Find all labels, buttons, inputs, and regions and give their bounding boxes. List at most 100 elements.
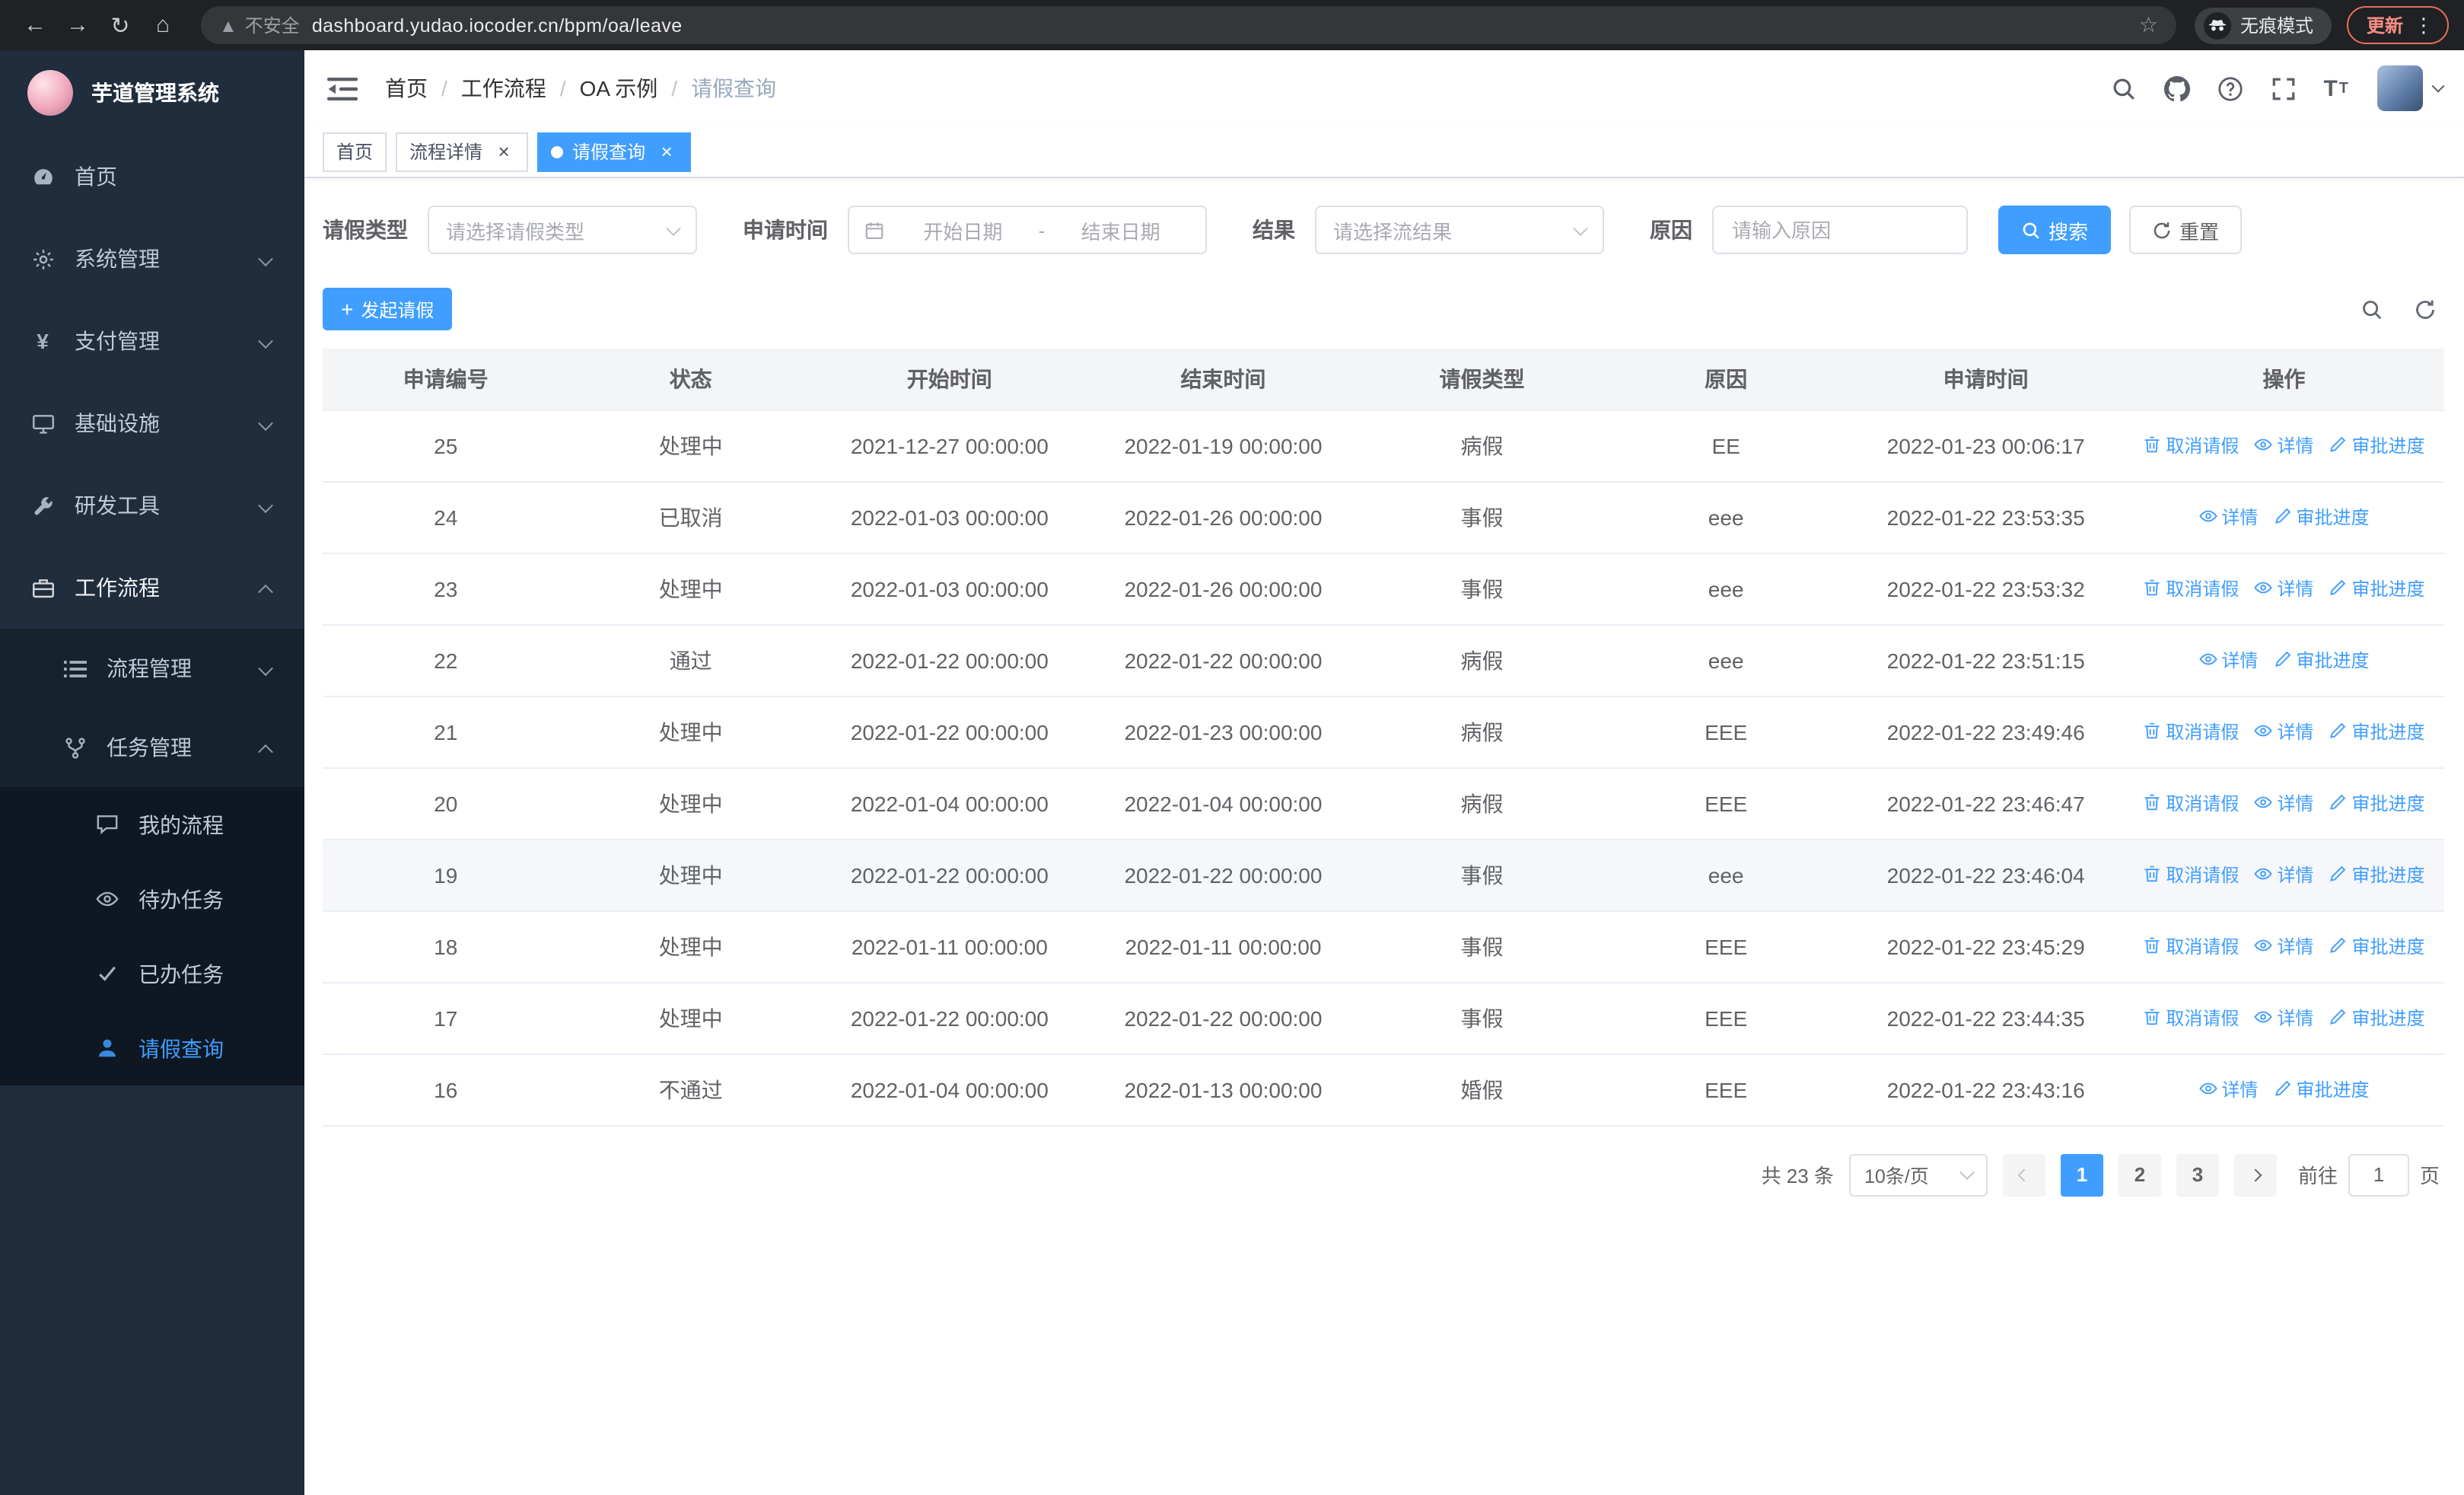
action-detail[interactable]: 详情 — [2254, 790, 2313, 816]
eye-icon — [2254, 794, 2273, 812]
action-progress[interactable]: 审批进度 — [2329, 933, 2424, 959]
table-row: 20 处理中 2022-01-04 00:00:00 2022-01-04 00:00… — [323, 767, 2444, 840]
tab-process-detail[interactable]: 流程详情 × — [396, 132, 529, 171]
search-button[interactable]: 搜索 — [1998, 206, 2112, 254]
chevron-down-icon — [258, 247, 273, 271]
sidebar-item-leave-query[interactable]: 请假查询 — [0, 1011, 304, 1085]
sidebar-item-workflow[interactable]: 工作流程 — [0, 547, 304, 629]
sidebar-toggle-icon[interactable] — [304, 75, 373, 101]
close-icon[interactable]: × — [656, 141, 677, 162]
toggle-search-icon[interactable] — [2361, 298, 2383, 320]
breadcrumb-item[interactable]: 首页 — [385, 73, 428, 104]
table-row: 21 处理中 2022-01-22 00:00:00 2022-01-23 00:00… — [323, 696, 2444, 768]
user-menu-caret-icon[interactable] — [2431, 79, 2445, 93]
security-warning[interactable]: ▲ 不安全 — [219, 12, 300, 38]
action-cancel[interactable]: 取消请假 — [2143, 575, 2239, 601]
fullscreen-icon[interactable] — [2256, 75, 2310, 101]
action-cancel[interactable]: 取消请假 — [2143, 862, 2239, 888]
action-label: 详情 — [2277, 864, 2314, 886]
breadcrumb-separator: / — [671, 76, 678, 100]
action-detail[interactable]: 详情 — [2198, 504, 2258, 530]
bookmark-star-icon[interactable]: ☆ — [2139, 12, 2158, 38]
goto-page-input[interactable] — [2348, 1153, 2409, 1196]
breadcrumb-separator: / — [559, 76, 566, 100]
action-detail[interactable]: 详情 — [2254, 1005, 2313, 1031]
sidebar-item-system[interactable]: 系统管理 — [0, 218, 304, 300]
page-button-1[interactable]: 1 — [2060, 1153, 2103, 1196]
address-bar[interactable]: ▲ 不安全 dashboard.yudao.iocoder.cn/bpm/oa/… — [201, 6, 2176, 44]
chevron-down-icon — [666, 220, 681, 236]
browser-back-icon[interactable]: ← — [15, 5, 55, 45]
delete-icon — [2143, 436, 2161, 454]
action-progress[interactable]: 审批进度 — [2329, 575, 2424, 601]
help-icon[interactable] — [2203, 75, 2256, 101]
page-size-value: 10条/页 — [1864, 1166, 1929, 1187]
sidebar-item-task-management[interactable]: 任务管理 — [0, 708, 304, 787]
action-detail[interactable]: 详情 — [2254, 432, 2313, 458]
close-icon[interactable]: × — [493, 141, 514, 162]
browser-forward-icon[interactable]: → — [58, 5, 97, 45]
font-size-icon[interactable]: TT — [2310, 75, 2362, 101]
page-button-3[interactable]: 3 — [2176, 1153, 2219, 1196]
action-progress[interactable]: 审批进度 — [2329, 1005, 2424, 1031]
action-detail[interactable]: 详情 — [2198, 1076, 2258, 1102]
action-detail[interactable]: 详情 — [2254, 719, 2313, 744]
action-detail[interactable]: 详情 — [2254, 862, 2313, 888]
next-page-button[interactable] — [2233, 1153, 2277, 1196]
sidebar-item-my-process[interactable]: 我的流程 — [0, 787, 304, 862]
page-size-select[interactable]: 10条/页 — [1848, 1153, 1988, 1196]
search-icon[interactable] — [2096, 75, 2150, 101]
prev-page-button[interactable] — [2002, 1153, 2045, 1196]
breadcrumb-item[interactable]: OA 示例 — [580, 73, 658, 104]
sidebar-item-todo-tasks[interactable]: 待办任务 — [0, 862, 304, 936]
result-select[interactable]: 请选择流结果 — [1315, 206, 1604, 254]
logo[interactable]: 芋道管理系统 — [0, 50, 304, 135]
start-date-placeholder[interactable]: 开始日期 — [893, 215, 1033, 244]
cell-end: 2022-01-04 00:00:00 — [1086, 767, 1361, 840]
action-cancel[interactable]: 取消请假 — [2143, 432, 2239, 458]
sidebar-item-dev-tools[interactable]: 研发工具 — [0, 464, 304, 547]
sidebar-item-infrastructure[interactable]: 基础设施 — [0, 382, 304, 464]
sidebar-item-done-tasks[interactable]: 已办任务 — [0, 936, 304, 1011]
github-icon[interactable] — [2150, 75, 2203, 101]
action-cancel[interactable]: 取消请假 — [2143, 790, 2239, 816]
breadcrumb-item[interactable]: 工作流程 — [461, 73, 546, 104]
action-progress[interactable]: 审批进度 — [2329, 719, 2424, 744]
sidebar-item-payment[interactable]: ¥ 支付管理 — [0, 300, 304, 382]
menu-item-wrap: 系统管理 — [0, 218, 304, 300]
browser-reload-icon[interactable]: ↻ — [100, 5, 140, 45]
action-progress[interactable]: 审批进度 — [2273, 647, 2369, 673]
create-leave-button[interactable]: + 发起请假 — [323, 288, 453, 330]
action-progress[interactable]: 审批进度 — [2273, 504, 2369, 530]
action-cancel[interactable]: 取消请假 — [2143, 933, 2239, 959]
reset-button[interactable]: 重置 — [2129, 206, 2243, 254]
sidebar-item-process-management[interactable]: 流程管理 — [0, 629, 304, 708]
page-button-2[interactable]: 2 — [2118, 1153, 2161, 1196]
action-cancel[interactable]: 取消请假 — [2143, 1005, 2239, 1031]
leave-type-select[interactable]: 请选择请假类型 — [428, 206, 697, 254]
action-detail[interactable]: 详情 — [2254, 933, 2313, 959]
action-progress[interactable]: 审批进度 — [2329, 790, 2424, 816]
reason-input[interactable] — [1712, 206, 1968, 254]
user-avatar[interactable] — [2377, 65, 2423, 111]
refresh-table-icon[interactable] — [2414, 298, 2437, 320]
end-date-placeholder[interactable]: 结束日期 — [1051, 215, 1190, 244]
action-progress[interactable]: 审批进度 — [2273, 1076, 2369, 1102]
chevron-up-icon — [258, 575, 273, 600]
browser-home-icon[interactable]: ⌂ — [143, 5, 183, 45]
sidebar-item-home[interactable]: 首页 — [0, 135, 304, 218]
action-detail[interactable]: 详情 — [2198, 647, 2258, 673]
apply-time-range-picker[interactable]: 开始日期 - 结束日期 — [848, 206, 1207, 254]
incognito-badge[interactable]: 无痕模式 — [2194, 7, 2332, 43]
action-detail[interactable]: 详情 — [2254, 575, 2313, 601]
browser-menu-icon[interactable]: ⋮ — [2414, 13, 2434, 37]
tab-home[interactable]: 首页 — [323, 132, 387, 171]
cell-type: 事假 — [1360, 839, 1604, 911]
tab-leave-query[interactable]: 请假查询 × — [537, 132, 692, 171]
cell-type: 病假 — [1360, 696, 1604, 768]
chat-icon — [94, 812, 119, 837]
update-button[interactable]: 更新 ⋮ — [2346, 6, 2449, 44]
action-progress[interactable]: 审批进度 — [2329, 432, 2424, 458]
action-cancel[interactable]: 取消请假 — [2143, 719, 2239, 744]
action-progress[interactable]: 审批进度 — [2329, 862, 2424, 888]
